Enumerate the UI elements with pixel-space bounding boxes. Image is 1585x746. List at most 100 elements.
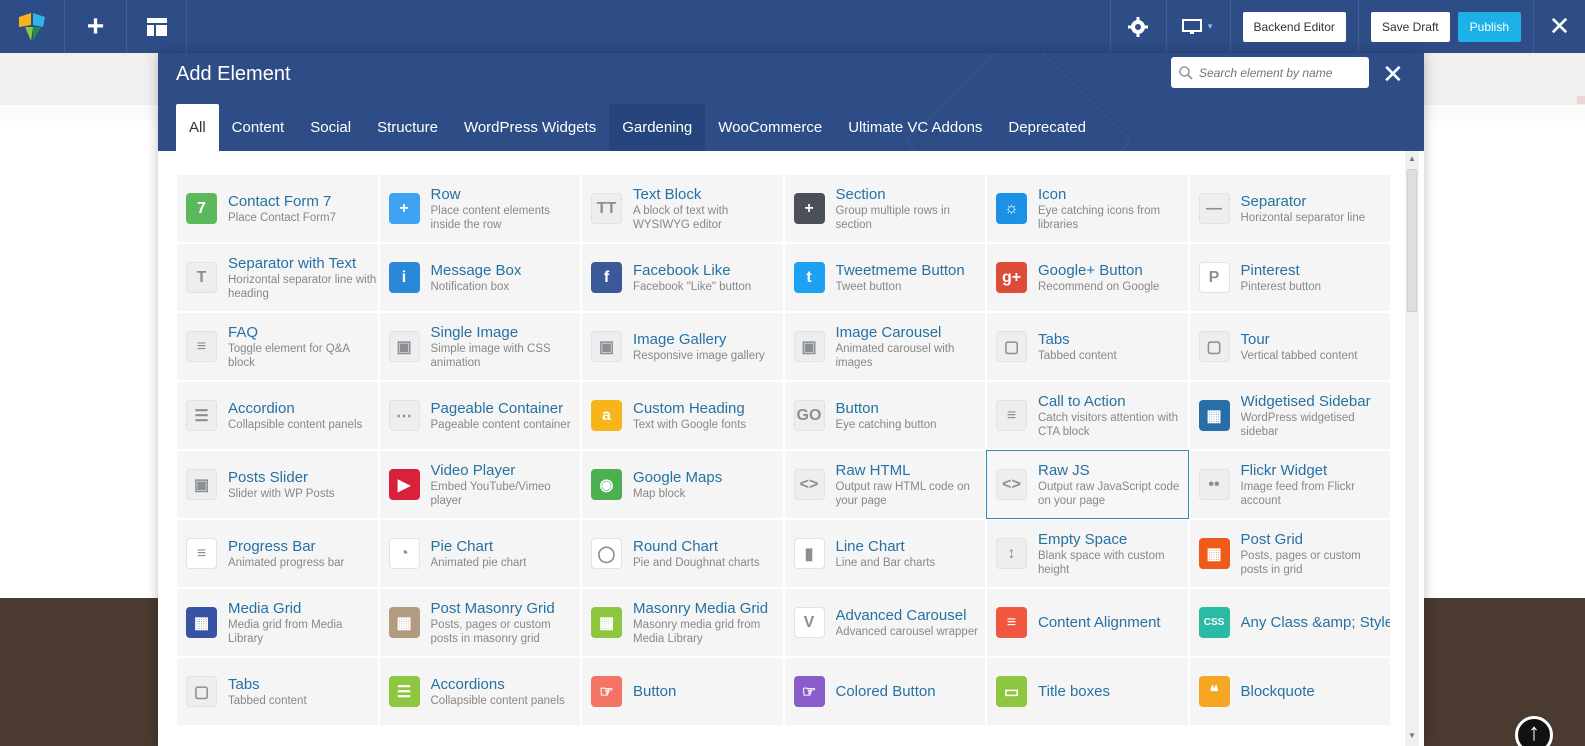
tab-woocommerce[interactable]: WooCommerce [705,104,835,151]
element-tile[interactable]: V Advanced Carousel Advanced carousel wrap… [783,588,986,657]
element-tile[interactable]: ◯ Round Chart Pie and Doughnat charts [581,519,784,588]
vc-logo[interactable] [0,0,65,53]
element-tile[interactable]: CSS Any Class &amp; Style [1188,588,1391,657]
scroll-down-icon[interactable]: ▼ [1408,731,1416,740]
element-tile[interactable]: •• Flickr Widget Image feed from Flickr ac… [1188,450,1391,519]
responsive-preview-button[interactable]: ▼ [1165,0,1230,53]
element-tile[interactable]: ▣ Single Image Simple image with CSS anima… [378,312,581,381]
element-tile[interactable]: — Separator Horizontal separator line [1188,174,1391,243]
element-tile[interactable]: ≡ Content Alignment [986,588,1189,657]
element-tile[interactable]: ▢ Tabs Tabbed content [986,312,1189,381]
tab-wordpress-widgets[interactable]: WordPress Widgets [451,104,609,151]
element-tile[interactable]: ▭ Title boxes [986,657,1189,726]
element-tile[interactable]: ▦ Post Masonry Grid Posts, pages or custom… [378,588,581,657]
element-name: Button [633,683,677,700]
element-tile[interactable]: + Row Place content elements inside the ro… [378,174,581,243]
element-tile[interactable]: P Pinterest Pinterest button [1188,243,1391,312]
element-tile[interactable]: ▦ Masonry Media Grid Masonry media grid fr… [581,588,784,657]
element-text: Posts Slider Slider with WP Posts [228,469,335,501]
element-tile[interactable]: ▢ Tabs Tabbed content [176,657,379,726]
element-text: Tabs Tabbed content [228,676,307,708]
element-tile[interactable]: ▣ Image Carousel Animated carousel with im… [783,312,986,381]
tab-deprecated[interactable]: Deprecated [995,104,1099,151]
scroll-to-top-button[interactable]: ↑ [1515,716,1553,746]
element-tile[interactable]: T Separator with Text Horizontal separator… [176,243,379,312]
save-draft-button[interactable]: Save Draft [1370,11,1450,42]
tab-all[interactable]: All [176,104,219,151]
element-tile[interactable]: a Custom Heading Text with Google fonts [581,381,784,450]
element-description: Blank space with custom height [1038,549,1165,576]
element-tile[interactable]: TT Text Block A block of text with WYSIWYG… [581,174,784,243]
element-tile[interactable]: ◔ Pie Chart Animated pie chart [378,519,581,588]
element-tile[interactable]: ⋯ Pageable Container Pageable content cont… [378,381,581,450]
scroll-thumb[interactable] [1407,169,1417,312]
element-description: Place content elements inside the row [430,204,551,231]
element-tile[interactable]: ▣ Image Gallery Responsive image gallery [581,312,784,381]
element-tile[interactable]: ≡ Call to Action Catch visitors attention … [986,381,1189,450]
element-tile[interactable]: ☞ Colored Button [783,657,986,726]
tab-gardening[interactable]: Gardening [609,104,706,151]
element-name: Masonry Media Grid [633,599,769,617]
google-maps-icon: ◉ [591,469,622,500]
element-tile[interactable]: GO Button Eye catching button [783,381,986,450]
element-tile[interactable]: <> Raw HTML Output raw HTML code on your p… [783,450,986,519]
tab-ultimate-vc-addons[interactable]: Ultimate VC Addons [835,104,995,151]
element-description: Masonry media grid from Media Library [633,618,761,645]
element-tile[interactable]: i Message Box Notification box [378,243,581,312]
element-tile[interactable]: t Tweetmeme Button Tweet button [783,243,986,312]
element-tile[interactable]: ↕ Empty Space Blank space with custom heig… [986,519,1189,588]
element-tile[interactable]: ▢ Tour Vertical tabbed content [1188,312,1391,381]
element-text: Button [633,683,676,700]
element-tile[interactable]: + Section Group multiple rows in section [783,174,986,243]
element-name: Progress Bar [228,537,316,555]
element-tile[interactable]: ▦ Post Grid Posts, pages or custom posts i… [1188,519,1391,588]
add-element-button[interactable]: + [65,0,127,53]
button-alt-icon: ☞ [591,676,622,707]
element-tile[interactable]: ❝ Blockquote [1188,657,1391,726]
element-tile[interactable]: g+ Google+ Button Recommend on Google [986,243,1189,312]
element-text: Post Grid Posts, pages or custom posts in… [1241,531,1391,577]
call-to-action-icon: ≡ [996,400,1027,431]
element-tile[interactable]: ☼ Icon Eye catching icons from libraries [986,174,1189,243]
element-tile[interactable]: ≡ FAQ Toggle element for Q&A block [176,312,379,381]
element-tile[interactable]: ≡ Progress Bar Animated progress bar [176,519,379,588]
element-tile[interactable]: ▦ Media Grid Media grid from Media Library [176,588,379,657]
modal-scrollbar[interactable]: ▲ ▼ [1405,151,1419,746]
element-name: Raw HTML [835,461,911,479]
close-editor-button[interactable]: ✕ [1533,0,1585,53]
element-description: Group multiple rows in section [835,204,950,231]
modal-close-button[interactable]: ✕ [1382,59,1404,90]
element-tile[interactable]: ▣ Posts Slider Slider with WP Posts [176,450,379,519]
element-text: Section Group multiple rows in section [836,186,986,232]
element-tile[interactable]: 7 Contact Form 7 Place Contact Form7 [176,174,379,243]
backend-editor-button[interactable]: Backend Editor [1242,11,1346,42]
tab-content[interactable]: Content [219,104,298,151]
templates-button[interactable] [127,0,187,53]
search-box[interactable] [1171,57,1369,88]
element-tile[interactable]: <> Raw JS Output raw JavaScript code on yo… [986,450,1189,519]
scroll-up-icon[interactable]: ▲ [1408,154,1416,163]
tab-social[interactable]: Social [297,104,364,151]
element-name: Separator with Text [228,254,357,272]
topbar-buttons: Backend Editor [1229,0,1358,53]
element-tile[interactable]: ☰ Accordions Collapsible content panels [378,657,581,726]
element-name: Call to Action [1038,392,1126,410]
publish-button[interactable]: Publish [1457,11,1521,42]
element-tile[interactable]: f Facebook Like Facebook "Like" button [581,243,784,312]
element-tile[interactable]: ▮ Line Chart Line and Bar charts [783,519,986,588]
element-tile[interactable]: ▶ Video Player Embed YouTube/Vimeo player [378,450,581,519]
element-text: Button Eye catching button [836,400,937,432]
element-description: Place Contact Form7 [228,211,337,224]
element-text: Tabs Tabbed content [1038,331,1117,363]
tabs-icon: ▢ [996,331,1027,362]
search-input[interactable] [1199,65,1359,80]
element-tile[interactable]: ▦ Widgetised Sidebar WordPress widgetised … [1188,381,1391,450]
element-tile[interactable]: ☰ Accordion Collapsible content panels [176,381,379,450]
element-description: Animated carousel with images [835,342,955,369]
element-text: Facebook Like Facebook "Like" button [633,262,751,294]
settings-button[interactable] [1109,0,1166,53]
element-text: Icon Eye catching icons from libraries [1038,186,1188,232]
element-tile[interactable]: ◉ Google Maps Map block [581,450,784,519]
tab-structure[interactable]: Structure [364,104,451,151]
element-tile[interactable]: ☞ Button [581,657,784,726]
